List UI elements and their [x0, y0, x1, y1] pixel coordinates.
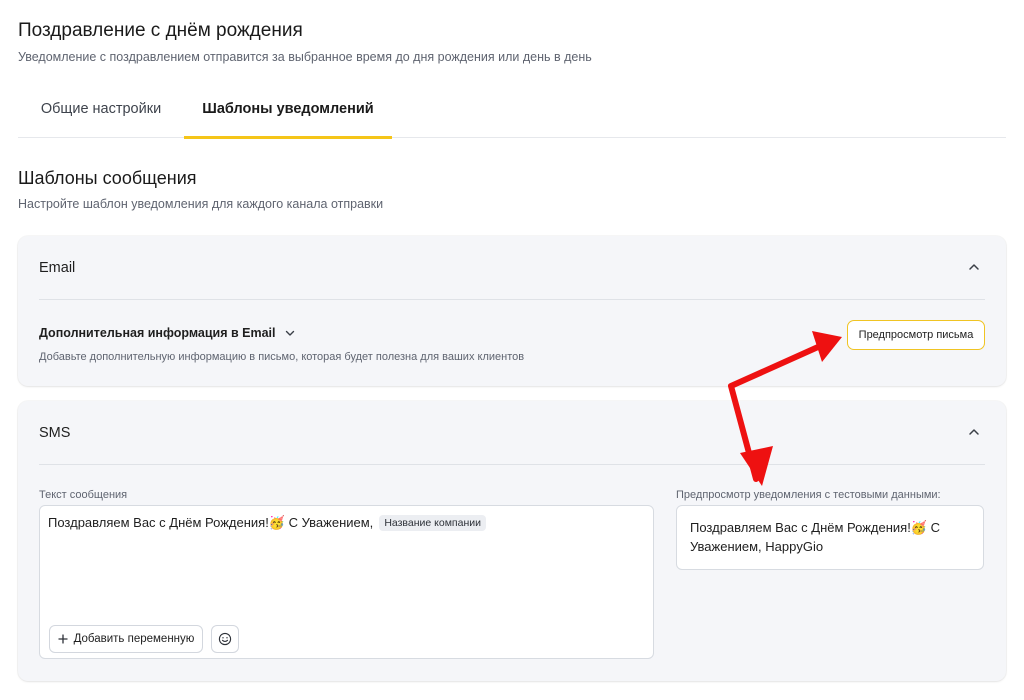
- preview-label: Предпросмотр уведомления с тестовыми дан…: [676, 489, 941, 501]
- message-text-label: Текст сообщения: [39, 489, 128, 501]
- chevron-down-icon: [285, 330, 294, 336]
- tab-bar: Общие настройки Шаблоны уведомлений: [18, 86, 1006, 139]
- smile-icon: [218, 632, 232, 646]
- message-content[interactable]: Поздравляем Вас с Днём Рождения!🥳 С Уваж…: [48, 515, 486, 531]
- sms-card: SMS Текст сообщения Поздравляем Вас с Дн…: [18, 401, 1006, 681]
- sms-preview-text: Поздравляем Вас с Днём Рождения!🥳 С Уваж…: [690, 520, 941, 554]
- emoji-button[interactable]: [211, 625, 239, 653]
- extra-info-title: Дополнительная информация в Email: [39, 326, 276, 340]
- email-card-title: Email: [39, 260, 76, 276]
- email-card: Email Дополнительная информация в Email …: [18, 236, 1006, 386]
- chevron-up-icon[interactable]: [967, 260, 981, 274]
- page-subtitle: Уведомление с поздравлением отправится з…: [18, 50, 592, 64]
- plus-icon: [57, 634, 68, 644]
- sms-card-title: SMS: [39, 425, 71, 441]
- sms-preview-box: Поздравляем Вас с Днём Рождения!🥳 С Уваж…: [676, 505, 984, 570]
- preview-letter-button[interactable]: Предпросмотр письма: [847, 320, 985, 350]
- message-text-editor[interactable]: Поздравляем Вас с Днём Рождения!🥳 С Уваж…: [39, 505, 654, 659]
- add-variable-label: Добавить переменную: [73, 633, 195, 645]
- extra-info-toggle[interactable]: Дополнительная информация в Email: [39, 326, 296, 340]
- variable-chip[interactable]: Название компании: [379, 515, 486, 531]
- email-card-header[interactable]: Email: [39, 236, 985, 300]
- section-subtitle: Настройте шаблон уведомления для каждого…: [18, 197, 384, 211]
- tab-notification-templates[interactable]: Шаблоны уведомлений: [184, 86, 392, 139]
- add-variable-button[interactable]: Добавить переменную: [49, 625, 203, 653]
- message-text: Поздравляем Вас с Днём Рождения!🥳 С Уваж…: [48, 515, 374, 530]
- section-title: Шаблоны сообщения: [18, 168, 197, 188]
- page-title: Поздравление с днём рождения: [18, 20, 303, 41]
- chevron-up-icon[interactable]: [967, 425, 981, 439]
- tab-general-settings[interactable]: Общие настройки: [18, 86, 184, 138]
- extra-info-description: Добавьте дополнительную информацию в пис…: [39, 351, 525, 363]
- sms-card-header[interactable]: SMS: [39, 401, 985, 465]
